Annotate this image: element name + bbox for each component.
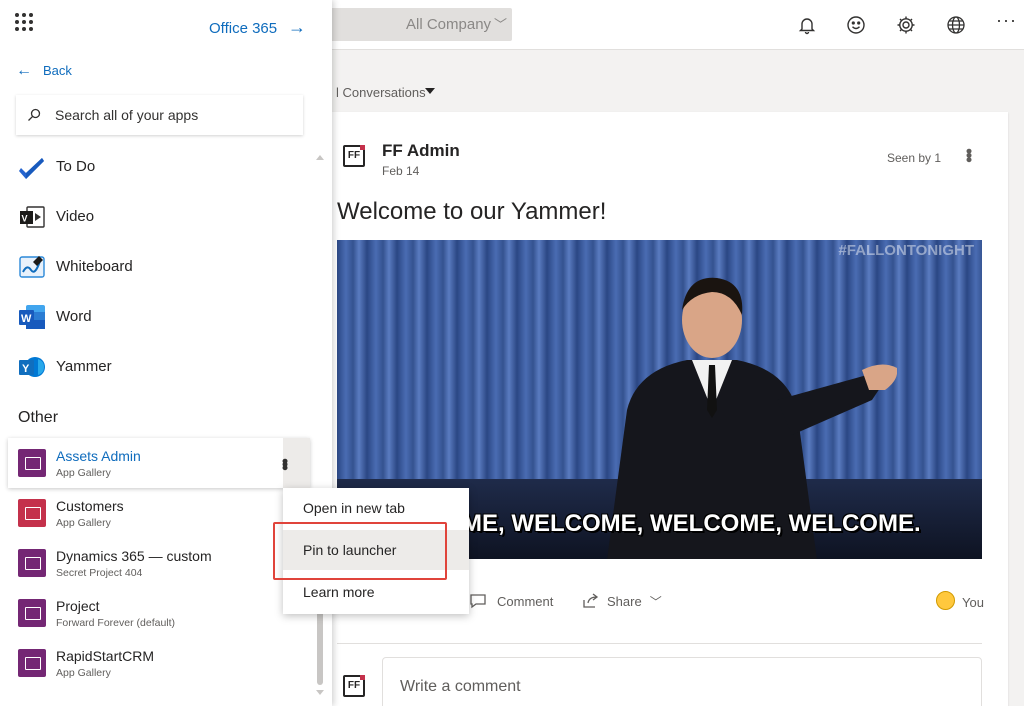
customers-app-icon bbox=[18, 499, 46, 527]
comment-icon bbox=[470, 594, 486, 609]
scroll-up-icon[interactable] bbox=[316, 155, 324, 160]
app-item-customers[interactable]: Customers App Gallery bbox=[8, 488, 310, 538]
app-name: Word bbox=[56, 308, 92, 325]
share-label: Share bbox=[607, 593, 642, 609]
reaction-emoji-icon[interactable] bbox=[936, 591, 955, 610]
app-item-video[interactable]: V Video bbox=[0, 192, 312, 242]
app-source: Secret Project 404 bbox=[56, 567, 143, 579]
app-name: Project bbox=[56, 598, 100, 614]
app-item-project[interactable]: Project Forward Forever (default) bbox=[8, 588, 310, 638]
app-search-input[interactable]: Search all of your apps bbox=[55, 107, 198, 123]
app-name: RapidStartCRM bbox=[56, 648, 155, 664]
app-gallery-icon bbox=[18, 549, 46, 577]
app-item-rapidstartcrm[interactable]: RapidStartCRM App Gallery bbox=[8, 638, 310, 688]
commenter-avatar: FF bbox=[343, 675, 365, 697]
svg-text:W: W bbox=[21, 313, 32, 325]
comment-input[interactable]: Write a comment bbox=[382, 657, 982, 706]
app-name: Whiteboard bbox=[56, 258, 133, 275]
share-button[interactable]: Share ﹀ bbox=[581, 592, 662, 610]
smiley-icon[interactable] bbox=[845, 14, 867, 36]
bell-icon[interactable] bbox=[796, 14, 818, 36]
scrollbar-thumb[interactable] bbox=[317, 610, 323, 685]
app-gallery-icon bbox=[18, 649, 46, 677]
app-name: Video bbox=[56, 208, 95, 225]
post-avatar[interactable]: FF bbox=[343, 145, 365, 167]
post-more-icon[interactable]: ••• bbox=[958, 148, 979, 161]
word-icon: W bbox=[19, 305, 45, 329]
arrow-left-icon[interactable]: ← bbox=[16, 62, 32, 80]
post-date[interactable]: Feb 14 bbox=[382, 164, 419, 178]
app-more-options-icon[interactable]: ••• bbox=[275, 438, 310, 488]
app-gallery-icon bbox=[18, 449, 46, 477]
other-heading: Other bbox=[18, 409, 59, 426]
todo-icon bbox=[19, 158, 44, 179]
reaction-user[interactable]: You bbox=[962, 595, 984, 610]
search-icon bbox=[28, 108, 41, 121]
caret-down-icon[interactable] bbox=[425, 88, 435, 94]
comment-label: Comment bbox=[497, 593, 554, 609]
svg-text:Y: Y bbox=[22, 363, 30, 375]
seen-by[interactable]: Seen by 1 bbox=[887, 151, 941, 165]
gear-icon[interactable] bbox=[895, 14, 917, 36]
app-source: App Gallery bbox=[56, 467, 111, 479]
app-name: Dynamics 365 — custom bbox=[56, 548, 212, 564]
divider bbox=[337, 643, 982, 644]
app-item-word[interactable]: W Word bbox=[0, 292, 312, 342]
app-name: Yammer bbox=[56, 358, 112, 375]
arrow-right-icon[interactable]: → bbox=[288, 17, 306, 38]
app-item-yammer[interactable]: Y Yammer bbox=[0, 342, 312, 392]
highlight-annotation bbox=[273, 522, 447, 580]
post-author[interactable]: FF Admin bbox=[382, 141, 460, 161]
app-name: To Do bbox=[56, 158, 96, 175]
scope-label: All Company bbox=[406, 16, 492, 33]
app-name: Assets Admin bbox=[56, 448, 141, 464]
conversations-filter[interactable]: l Conversations bbox=[336, 85, 426, 100]
globe-icon[interactable] bbox=[945, 14, 967, 36]
more-icon[interactable]: ··· bbox=[996, 10, 1017, 31]
gif-tag: #FALLONTONIGHT bbox=[838, 242, 974, 259]
svg-text:V: V bbox=[22, 214, 28, 224]
comment-button[interactable]: Comment bbox=[469, 592, 553, 610]
video-icon: V bbox=[20, 206, 45, 228]
back-link[interactable]: Back bbox=[43, 63, 72, 78]
yammer-icon: Y bbox=[19, 357, 45, 377]
app-gallery-icon bbox=[18, 599, 46, 627]
scroll-down-icon[interactable] bbox=[316, 690, 324, 695]
app-item-whiteboard[interactable]: Whiteboard bbox=[0, 242, 312, 292]
office365-link[interactable]: Office 365 bbox=[209, 20, 277, 37]
app-source: App Gallery bbox=[56, 517, 111, 529]
app-source: App Gallery bbox=[56, 667, 111, 679]
gif-caption: ME, WELCOME, WELCOME, WELCOME. bbox=[462, 510, 921, 537]
app-launcher-icon[interactable] bbox=[15, 13, 33, 31]
whiteboard-icon bbox=[19, 256, 45, 278]
share-icon bbox=[583, 593, 599, 608]
app-item-dynamics-365[interactable]: Dynamics 365 — custom Secret Project 404 bbox=[8, 538, 310, 588]
chevron-down-icon: ﹀ bbox=[649, 594, 662, 609]
post-title: Welcome to our Yammer! bbox=[337, 198, 607, 225]
chevron-down-icon: ﹀ bbox=[494, 17, 508, 32]
app-item-todo[interactable]: To Do bbox=[0, 142, 312, 192]
app-source: Forward Forever (default) bbox=[56, 617, 176, 629]
yammer-app: All Company ﹀ ··· l Conversations FF FF … bbox=[0, 0, 1024, 706]
app-name: Customers bbox=[56, 498, 124, 514]
